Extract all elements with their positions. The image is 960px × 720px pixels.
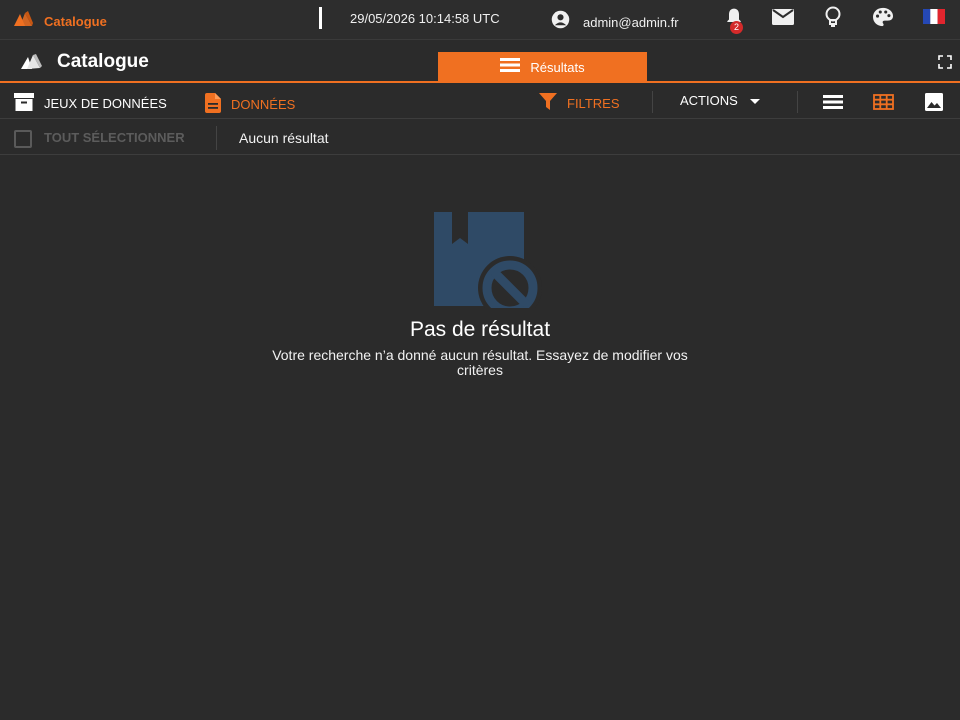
clock: 29/05/2026 10:14:58 UTC <box>350 11 500 26</box>
toolbar-divider <box>797 91 798 113</box>
app-name: Catalogue <box>44 14 107 29</box>
select-all-checkbox[interactable] <box>14 130 32 148</box>
top-bar: Catalogue 29/05/2026 10:14:58 UTC admin@… <box>0 0 960 40</box>
data-label: DONNÉES <box>231 97 296 112</box>
gallery-view-button[interactable] <box>925 93 943 114</box>
toolbar: JEUX DE DONNÉES DONNÉES FILTRES ACTIONS <box>0 85 960 119</box>
actions-dropdown[interactable]: ACTIONS <box>680 93 760 108</box>
datasets-button[interactable]: JEUX DE DONNÉES <box>14 93 167 114</box>
palette-icon <box>872 7 894 32</box>
actions-label: ACTIONS <box>680 93 738 108</box>
filter-icon <box>539 93 557 114</box>
lightbulb-icon <box>824 6 842 33</box>
user-circle-icon <box>550 9 571 35</box>
result-count: Aucun résultat <box>239 130 329 146</box>
catalogue-icon <box>19 52 43 77</box>
user-menu[interactable]: admin@admin.fr <box>550 9 679 35</box>
table-view-button[interactable] <box>873 94 894 113</box>
image-icon <box>925 93 943 114</box>
toolbar-divider <box>652 91 653 113</box>
french-flag-icon <box>923 9 945 29</box>
filters-label: FILTRES <box>567 96 620 111</box>
theme-button[interactable] <box>871 7 895 32</box>
messages-button[interactable] <box>771 8 795 30</box>
list-view-icon <box>823 95 843 112</box>
document-icon <box>205 93 221 116</box>
list-view-button[interactable] <box>823 95 843 112</box>
empty-state-description: Votre recherche n’a donné aucun résultat… <box>272 347 688 378</box>
selection-row: TOUT SÉLECTIONNER Aucun résultat <box>0 120 960 155</box>
page-header: Catalogue Résultats <box>0 41 960 83</box>
caret-down-icon <box>749 93 760 108</box>
filters-button[interactable]: FILTRES <box>539 93 620 114</box>
notifications-button[interactable]: 2 <box>722 8 746 34</box>
page-title: Catalogue <box>57 51 149 72</box>
language-button[interactable] <box>922 8 946 30</box>
data-button[interactable]: DONNÉES <box>205 93 295 116</box>
fullscreen-icon[interactable] <box>938 55 952 74</box>
tab-results[interactable]: Résultats <box>438 52 647 83</box>
mail-icon <box>771 8 795 31</box>
notification-badge: 2 <box>730 21 743 34</box>
selection-divider <box>216 126 217 150</box>
no-result-icon <box>430 210 542 320</box>
datasets-label: JEUX DE DONNÉES <box>44 96 167 111</box>
catalogue-logo-icon <box>12 9 34 34</box>
select-all-label[interactable]: TOUT SÉLECTIONNER <box>44 130 185 145</box>
list-icon <box>500 58 521 77</box>
tab-results-label: Résultats <box>530 60 585 75</box>
tips-button[interactable] <box>821 6 845 33</box>
table-view-icon <box>873 94 894 113</box>
archive-icon <box>14 93 34 114</box>
topbar-divider <box>319 7 322 29</box>
app-home-link[interactable]: Catalogue <box>12 9 107 34</box>
user-email: admin@admin.fr <box>583 14 679 30</box>
empty-state-title: Pas de résultat <box>409 318 551 341</box>
